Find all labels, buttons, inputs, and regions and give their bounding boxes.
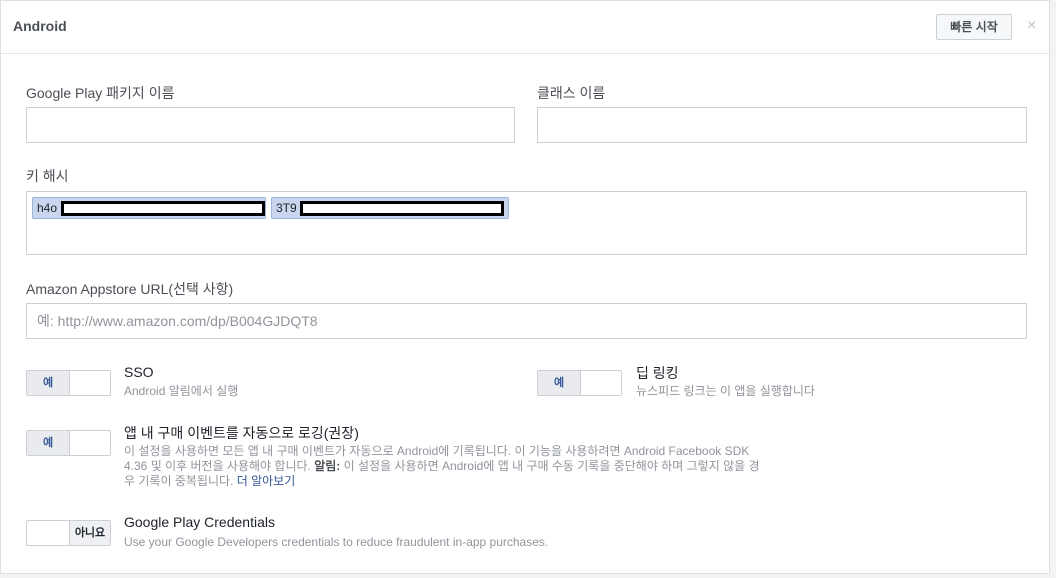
toggle-state-label: 아니요: [69, 521, 110, 545]
panel-title: Android: [13, 18, 67, 34]
package-name-input[interactable]: [26, 107, 515, 143]
play-credentials-title: Google Play Credentials: [124, 514, 275, 530]
key-hash-token[interactable]: h4o: [32, 197, 266, 219]
iap-desc-notice: 알림:: [314, 459, 341, 473]
key-hash-input[interactable]: h4o 3T9: [26, 191, 1027, 255]
iap-logging-toggle[interactable]: 예: [26, 430, 111, 456]
amazon-url-input[interactable]: [26, 303, 1027, 339]
sso-description: Android 알림에서 실행: [124, 384, 239, 398]
key-hash-label: 키 해시: [26, 168, 69, 184]
android-settings-panel: Android 빠른 시작 × Google Play 패키지 이름 클래스 이…: [0, 0, 1050, 574]
play-credentials-toggle[interactable]: 아니요: [26, 520, 111, 546]
deep-linking-description: 뉴스피드 링크는 이 앱을 실행합니다: [636, 384, 815, 398]
iap-logging-title: 앱 내 구매 이벤트를 자동으로 로깅(권장): [124, 425, 359, 441]
key-hash-token-text: 3T9: [276, 201, 297, 215]
quick-start-button[interactable]: 빠른 시작: [936, 14, 1012, 40]
key-hash-token[interactable]: 3T9: [271, 197, 509, 219]
close-icon[interactable]: ×: [1027, 17, 1036, 35]
sso-title: SSO: [124, 364, 154, 380]
play-credentials-description: Use your Google Developers credentials t…: [124, 535, 549, 549]
amazon-url-label: Amazon Appstore URL(선택 사항): [26, 281, 234, 297]
key-hash-token-text: h4o: [37, 201, 58, 215]
learn-more-link[interactable]: 더 알아보기: [237, 474, 296, 488]
toggle-state-label: 예: [27, 371, 70, 395]
package-name-label: Google Play 패키지 이름: [26, 85, 175, 101]
redaction-bar: [300, 201, 504, 216]
class-name-input[interactable]: [537, 107, 1027, 143]
toggle-state-label: 예: [538, 371, 581, 395]
class-name-label: 클래스 이름: [537, 85, 606, 101]
redaction-bar: [61, 201, 265, 216]
toggle-state-label: 예: [27, 431, 70, 455]
sso-toggle[interactable]: 예: [26, 370, 111, 396]
deep-linking-title: 딥 링킹: [636, 365, 679, 381]
iap-logging-description: 이 설정을 사용하면 모든 앱 내 구매 이벤트가 자동으로 Android에 …: [124, 444, 764, 489]
deep-linking-toggle[interactable]: 예: [537, 370, 622, 396]
panel-header: Android 빠른 시작 ×: [1, 1, 1049, 54]
